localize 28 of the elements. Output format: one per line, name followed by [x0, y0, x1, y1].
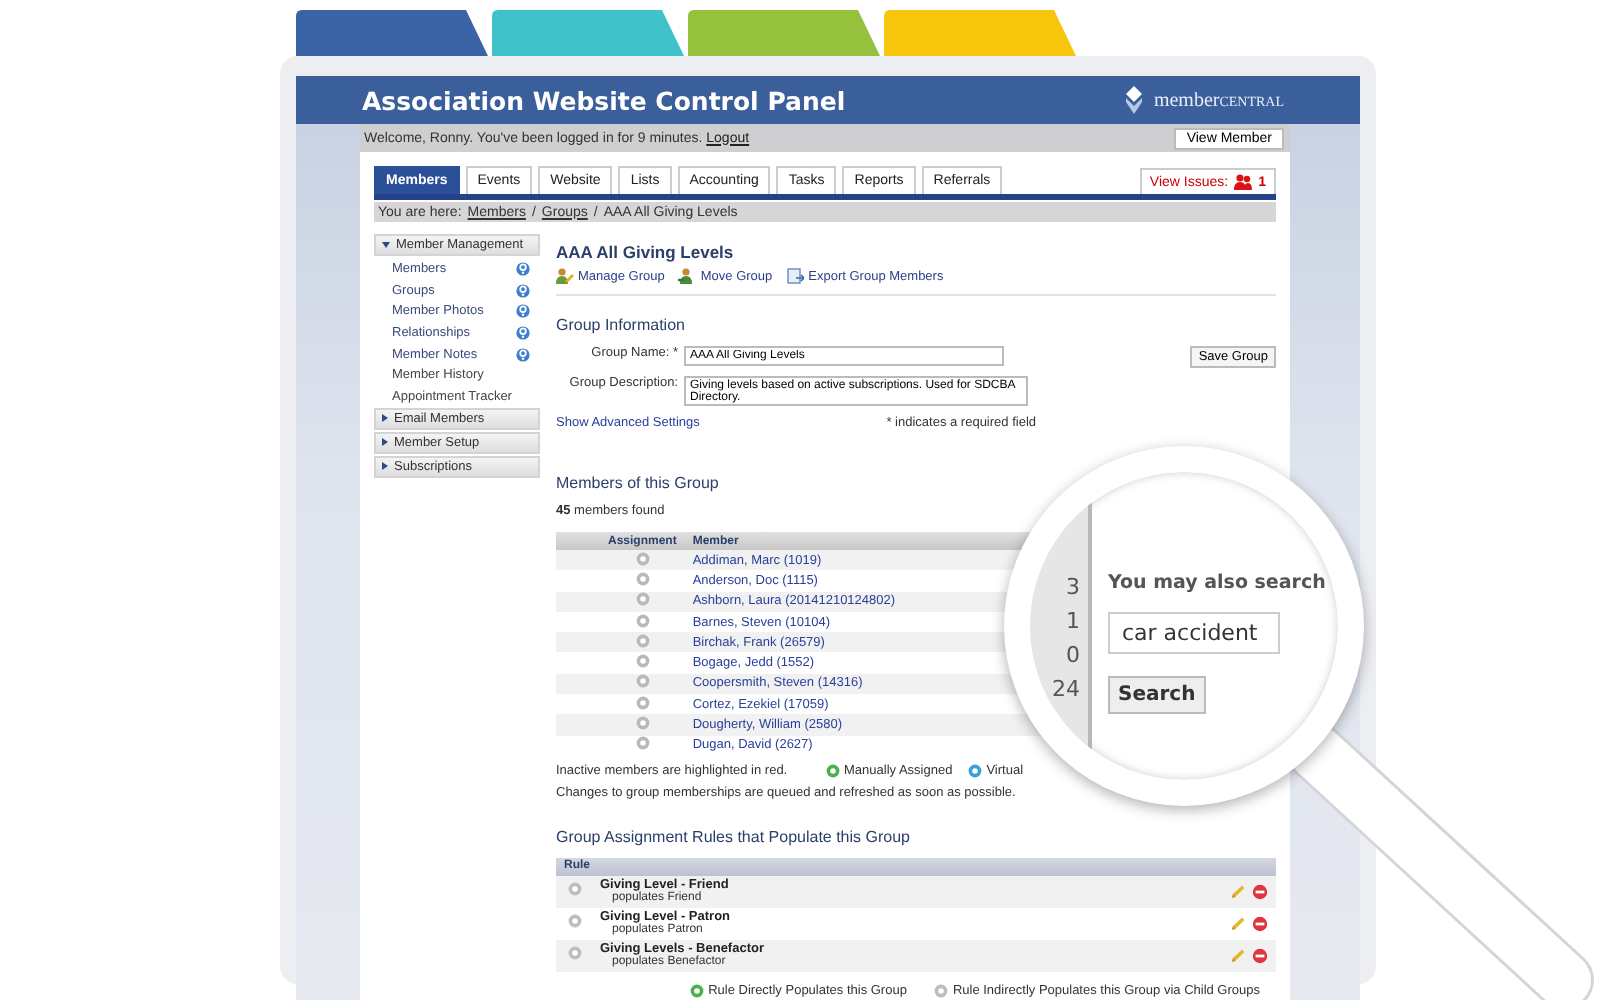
rule-status-icon: [567, 882, 581, 897]
count-number: 1: [1066, 606, 1080, 638]
section-heading: Group Assignment Rules that Populate this Group: [556, 827, 912, 846]
people-icon: [1234, 174, 1253, 190]
search-button[interactable]: Search: [1108, 676, 1206, 714]
rule-status-icon: [567, 946, 581, 961]
help-icon[interactable]: [516, 325, 530, 340]
count-number: 3: [1066, 572, 1080, 604]
people-edit-icon: [556, 268, 574, 284]
section-heading: Group Information: [556, 316, 687, 334]
delete-icon[interactable]: [1252, 883, 1268, 900]
help-icon[interactable]: [516, 304, 530, 319]
app-title: Association Website Control Panel: [362, 85, 846, 115]
count-number: 0: [1066, 640, 1080, 672]
help-icon[interactable]: [516, 283, 530, 298]
page-title: AAA All Giving Levels: [556, 242, 736, 262]
section-heading: Members of this Group: [556, 474, 721, 492]
search-field[interactable]: car accident: [1108, 612, 1280, 654]
document-export-icon: [786, 268, 805, 284]
search-prompt: You may also search: [1108, 572, 1326, 594]
people-arrow-icon: [678, 268, 697, 284]
count-number: 24: [1052, 674, 1080, 706]
help-icon[interactable]: [516, 261, 530, 276]
help-icon[interactable]: [516, 347, 530, 362]
delete-icon[interactable]: [1252, 947, 1268, 964]
delete-icon[interactable]: [1252, 915, 1268, 932]
pencil-icon[interactable]: [1230, 915, 1246, 932]
rule-status-icon: [567, 914, 581, 929]
